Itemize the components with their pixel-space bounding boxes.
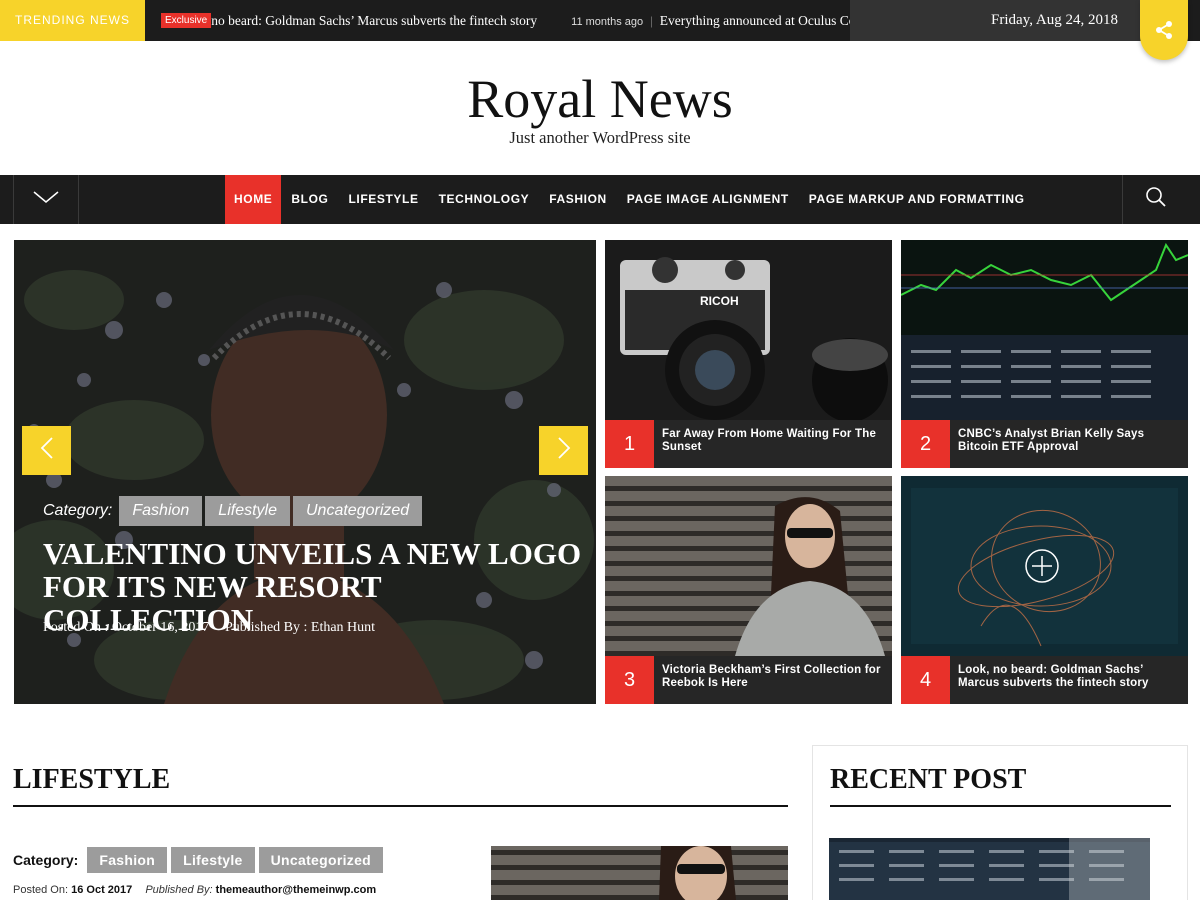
main-navigation: HOME BLOG LIFESTYLE TECHNOLOGY FASHION P…	[0, 175, 1200, 224]
nav-item-blog[interactable]: BLOG	[281, 175, 338, 224]
recent-post-title: RECENT POST	[830, 764, 1027, 795]
card-title[interactable]: Far Away From Home Waiting For The Sunse…	[662, 428, 887, 453]
post-thumbnail-image	[491, 846, 788, 900]
site-tagline: Just another WordPress site	[509, 128, 691, 147]
category-tag-lifestyle[interactable]: Lifestyle	[171, 847, 255, 873]
card-caption: 3 Victoria Beckham’s First Collection fo…	[605, 656, 892, 704]
nav-item-lifestyle[interactable]: LIFESTYLE	[338, 175, 428, 224]
slide-posted-on: Posted On : October 16, 2017	[43, 620, 210, 635]
card-title[interactable]: CNBC’s Analyst Brian Kelly Says Bitcoin …	[958, 428, 1183, 453]
share-button[interactable]	[1140, 0, 1188, 60]
chevron-down-icon	[33, 190, 59, 209]
top-bar: TRENDING NEWS Exclusive no beard: Goldman…	[0, 0, 1200, 60]
posted-date: 16 Oct 2017	[71, 884, 133, 896]
slider-prev-button[interactable]	[22, 426, 71, 475]
news-ticker: Exclusive no beard: Goldman Sachs’ Marcus…	[145, 0, 850, 41]
nav-item-home[interactable]: HOME	[225, 175, 282, 224]
ticker-item[interactable]: no beard: Goldman Sachs’ Marcus subverts…	[211, 13, 537, 28]
post-categories: Category: Fashion Lifestyle Uncategorize…	[13, 847, 384, 873]
nav-item-fashion[interactable]: FASHION	[539, 175, 617, 224]
slide-published-by[interactable]: Published By : Ethan Hunt	[225, 620, 375, 635]
category-tag-fashion[interactable]: Fashion	[119, 496, 203, 526]
nav-item-page-markup-and-formatting[interactable]: PAGE MARKUP AND FORMATTING	[799, 175, 1035, 224]
category-tag-uncategorized[interactable]: Uncategorized	[293, 496, 423, 526]
published-label: Published By:	[145, 884, 213, 896]
ticker-item[interactable]: Everything announced at Oculus Connect 5	[660, 13, 850, 28]
section-divider	[13, 805, 788, 807]
slide-categories: Category: Fashion Lifestyle Uncategorize…	[43, 496, 423, 526]
card-title[interactable]: Look, no beard: Goldman Sachs’ Marcus su…	[958, 664, 1183, 689]
chevron-right-icon	[557, 436, 571, 465]
search-button[interactable]	[1122, 175, 1188, 224]
post-meta: Posted On: 16 Oct 2017 Published By: the…	[13, 884, 376, 896]
card-caption: 4 Look, no beard: Goldman Sachs’ Marcus …	[901, 656, 1188, 704]
category-label: Category:	[43, 502, 113, 519]
nav-item-page-image-alignment[interactable]: PAGE IMAGE ALIGNMENT	[617, 175, 799, 224]
search-icon	[1145, 186, 1167, 213]
card-number: 2	[901, 420, 950, 468]
lifestyle-section-title[interactable]: LIFESTYLE	[13, 764, 170, 796]
post-thumbnail[interactable]	[491, 846, 788, 900]
posted-label: Posted On:	[13, 884, 69, 896]
current-date: Friday, Aug 24, 2018	[850, 0, 1140, 41]
featured-slider[interactable]: Category: Fashion Lifestyle Uncategorize…	[14, 240, 596, 704]
site-title[interactable]: Royal News	[0, 68, 1200, 130]
recent-post-image	[829, 838, 1150, 900]
card-caption: 2 CNBC’s Analyst Brian Kelly Says Bitcoi…	[901, 420, 1188, 468]
slide-meta: Posted On : October 16, 2017 Published B…	[43, 620, 375, 636]
category-tag-fashion[interactable]: Fashion	[87, 847, 168, 873]
trending-news-label: TRENDING NEWS	[0, 0, 145, 41]
card-image-stock-chart	[901, 240, 1188, 420]
card-image-fashion-portrait	[605, 476, 892, 656]
chevron-left-icon	[40, 436, 54, 465]
card-image-camera: RICOH	[605, 240, 892, 420]
svg-text:RICOH: RICOH	[700, 294, 739, 308]
featured-card[interactable]: 3 Victoria Beckham’s First Collection fo…	[605, 476, 892, 704]
recent-post-thumbnail[interactable]	[829, 838, 1150, 900]
menu-toggle-button[interactable]	[13, 175, 79, 224]
card-number: 3	[605, 656, 654, 704]
share-icon	[1154, 20, 1174, 45]
nav-item-technology[interactable]: TECHNOLOGY	[429, 175, 540, 224]
ticker-time: 11 months ago	[571, 16, 644, 28]
card-caption: 1 Far Away From Home Waiting For The Sun…	[605, 420, 892, 468]
published-author[interactable]: themeauthor@themeinwp.com	[216, 884, 376, 896]
featured-card[interactable]: 4 Look, no beard: Goldman Sachs’ Marcus …	[901, 476, 1188, 704]
category-tag-lifestyle[interactable]: Lifestyle	[205, 496, 290, 526]
featured-card[interactable]: RICOH 1 Far Away From Home Waiting For T…	[605, 240, 892, 468]
plus-circle-icon[interactable]	[1025, 549, 1059, 583]
exclusive-badge: Exclusive	[161, 13, 212, 28]
card-number: 4	[901, 656, 950, 704]
slider-next-button[interactable]	[539, 426, 588, 475]
section-divider	[830, 805, 1171, 807]
card-title[interactable]: Victoria Beckham’s First Collection for …	[662, 664, 887, 689]
ticker-separator: |	[650, 13, 653, 28]
category-label: Category:	[13, 852, 79, 868]
nav-menu: HOME BLOG LIFESTYLE TECHNOLOGY FASHION P…	[225, 175, 1035, 224]
featured-card[interactable]: 2 CNBC’s Analyst Brian Kelly Says Bitcoi…	[901, 240, 1188, 468]
card-number: 1	[605, 420, 654, 468]
category-tag-uncategorized[interactable]: Uncategorized	[258, 847, 384, 873]
